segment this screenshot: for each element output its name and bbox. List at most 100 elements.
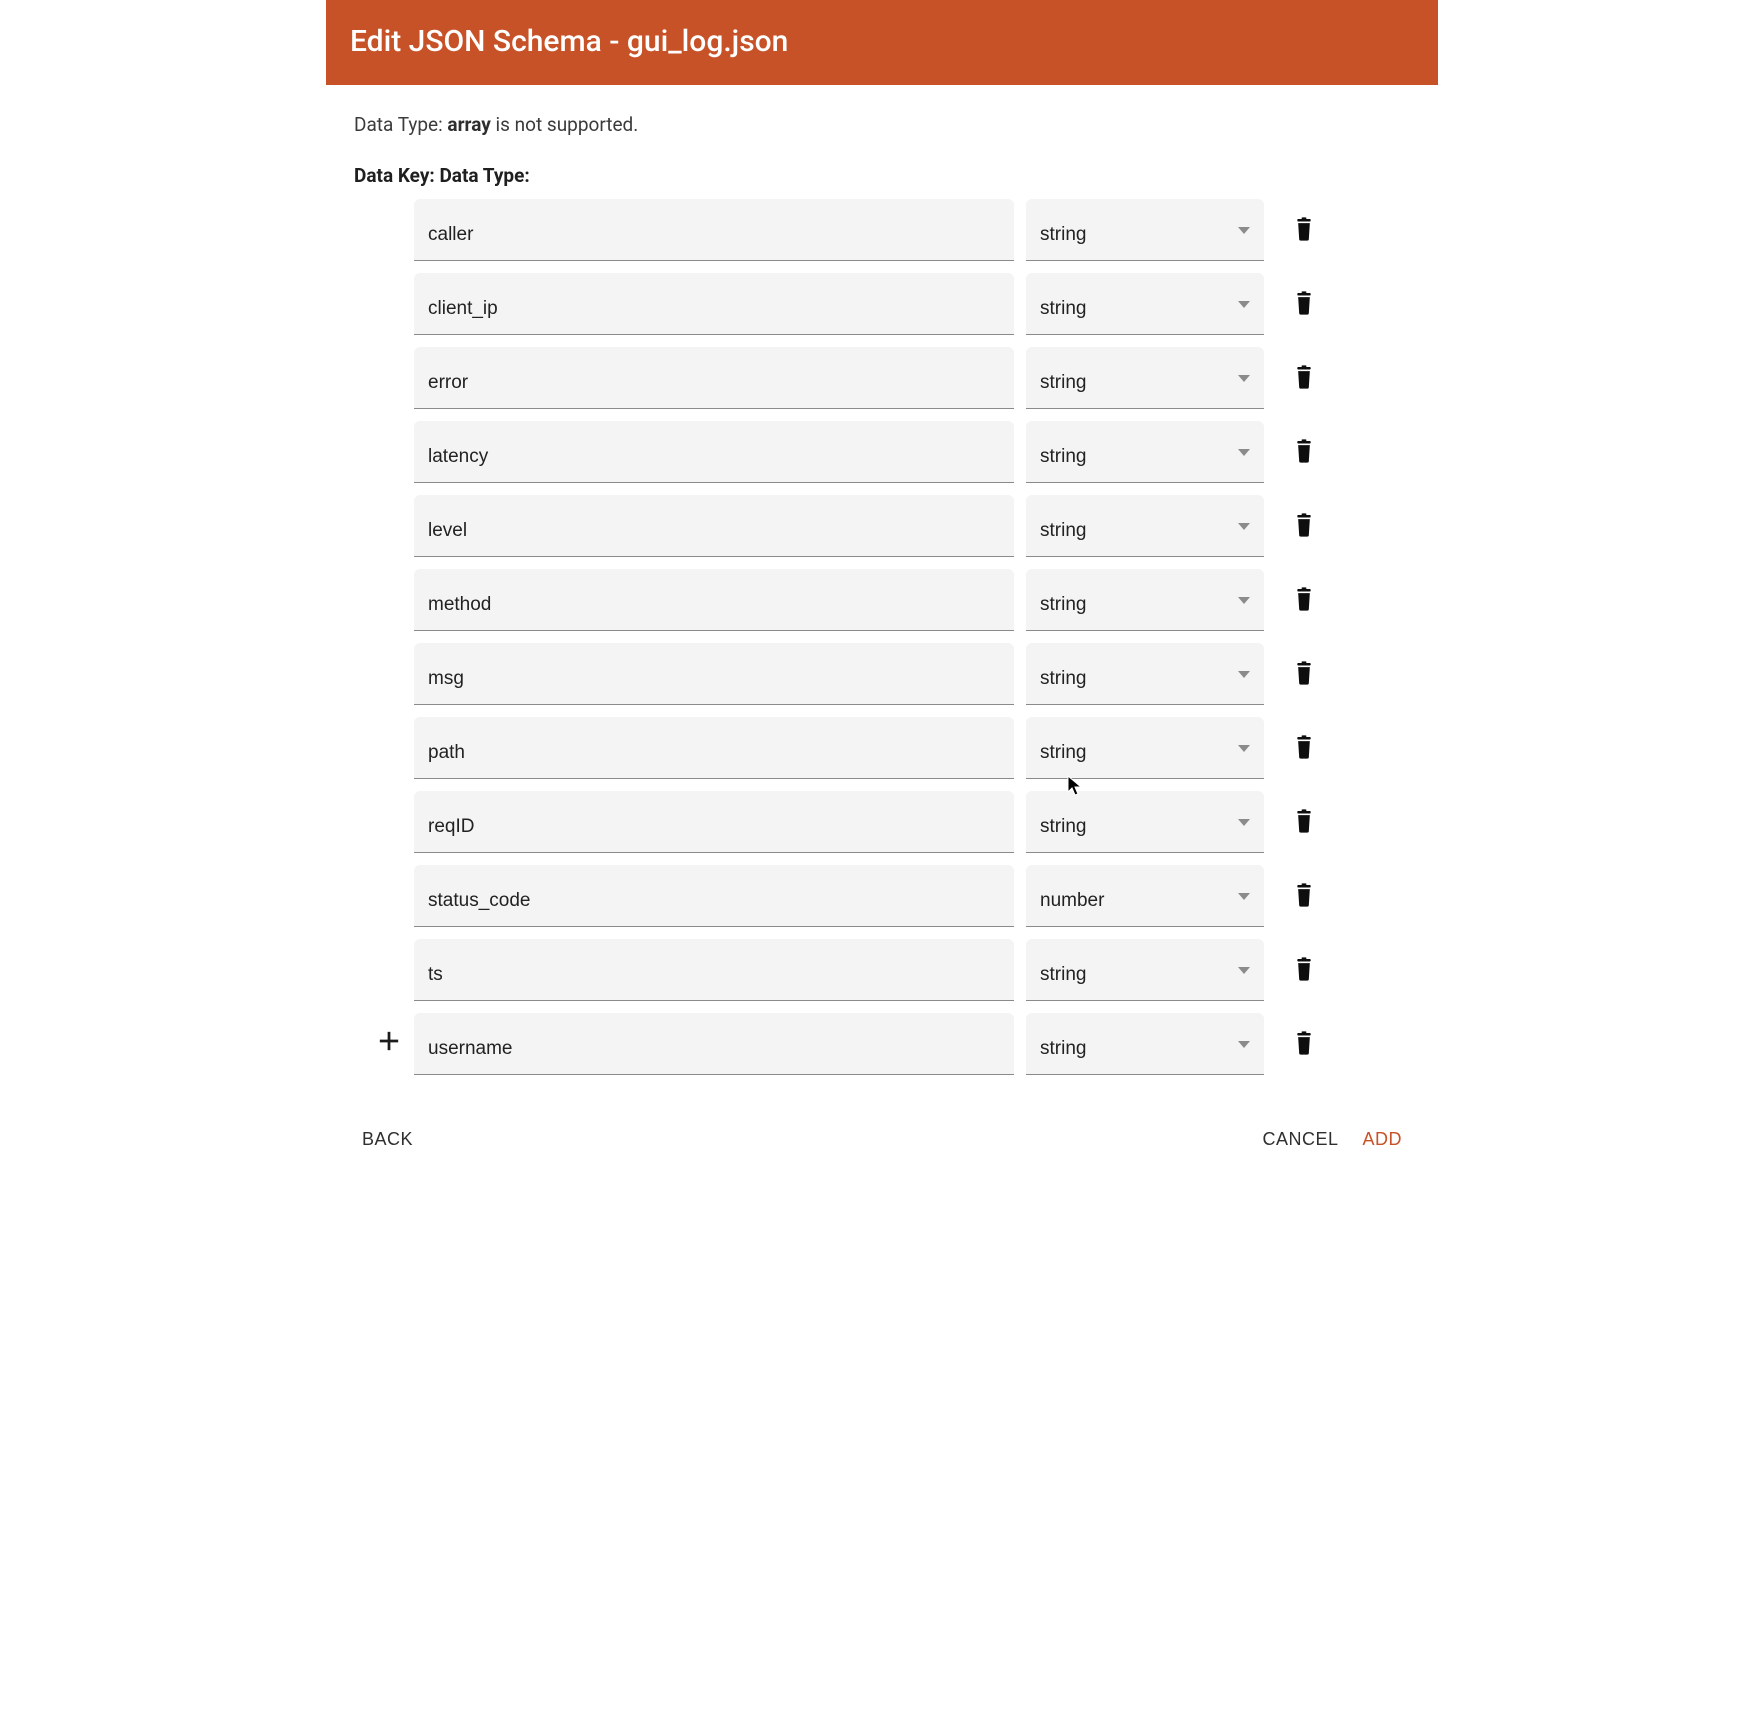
trash-icon xyxy=(1294,883,1314,910)
delete-row-button[interactable] xyxy=(1288,581,1320,620)
data-key-input[interactable] xyxy=(428,520,1000,542)
data-key-field[interactable] xyxy=(414,1013,1014,1075)
notice-suffix: is not supported. xyxy=(491,113,638,136)
delete-cell xyxy=(1276,347,1332,409)
data-type-dropdown[interactable]: string xyxy=(1026,495,1264,557)
data-type-value[interactable]: string xyxy=(1040,594,1250,616)
delete-row-button[interactable] xyxy=(1288,285,1320,324)
data-key-field[interactable] xyxy=(414,865,1014,927)
delete-cell xyxy=(1276,421,1332,483)
delete-cell xyxy=(1276,569,1332,631)
data-type-value[interactable]: string xyxy=(1040,446,1250,468)
data-type-value[interactable]: string xyxy=(1040,224,1250,246)
data-key-input[interactable] xyxy=(428,890,1000,912)
delete-row-button[interactable] xyxy=(1288,507,1320,546)
delete-row-button[interactable] xyxy=(1288,433,1320,472)
add-row-button[interactable] xyxy=(374,1026,404,1059)
plus-icon xyxy=(378,1030,400,1055)
unsupported-type-notice: Data Type: array is not supported. xyxy=(354,113,1410,136)
back-button[interactable]: BACK xyxy=(350,1119,425,1160)
schema-row: number xyxy=(414,865,1410,931)
trash-icon xyxy=(1294,1031,1314,1058)
data-type-dropdown[interactable]: string xyxy=(1026,199,1264,261)
notice-prefix: Data Type: xyxy=(354,113,447,136)
trash-icon xyxy=(1294,957,1314,984)
trash-icon xyxy=(1294,513,1314,540)
dialog-header: Edit JSON Schema - gui_log.json xyxy=(326,0,1438,85)
data-type-dropdown[interactable]: string xyxy=(1026,569,1264,631)
data-type-value[interactable]: string xyxy=(1040,668,1250,690)
data-type-dropdown[interactable]: string xyxy=(1026,347,1264,409)
data-key-field[interactable] xyxy=(414,643,1014,705)
delete-cell xyxy=(1276,717,1332,779)
data-key-field[interactable] xyxy=(414,421,1014,483)
data-type-value[interactable]: string xyxy=(1040,520,1250,542)
trash-icon xyxy=(1294,365,1314,392)
data-key-input[interactable] xyxy=(428,372,1000,394)
data-type-value[interactable]: number xyxy=(1040,890,1250,912)
data-type-dropdown[interactable]: string xyxy=(1026,421,1264,483)
schema-row: string xyxy=(414,643,1410,709)
cancel-button[interactable]: CANCEL xyxy=(1250,1119,1350,1160)
trash-icon xyxy=(1294,587,1314,614)
data-type-dropdown[interactable]: string xyxy=(1026,717,1264,779)
data-key-field[interactable] xyxy=(414,347,1014,409)
delete-row-button[interactable] xyxy=(1288,951,1320,990)
schema-row: string xyxy=(414,791,1410,857)
schema-row: string xyxy=(414,421,1410,487)
delete-row-button[interactable] xyxy=(1288,803,1320,842)
delete-row-button[interactable] xyxy=(1288,877,1320,916)
data-key-field[interactable] xyxy=(414,717,1014,779)
data-type-dropdown[interactable]: string xyxy=(1026,939,1264,1001)
dialog-actions: BACK CANCEL ADD xyxy=(326,1097,1438,1190)
delete-row-button[interactable] xyxy=(1288,1025,1320,1064)
data-type-value[interactable]: string xyxy=(1040,742,1250,764)
data-type-value[interactable]: string xyxy=(1040,816,1250,838)
data-key-field[interactable] xyxy=(414,939,1014,1001)
data-key-input[interactable] xyxy=(428,1038,1000,1060)
data-key-input[interactable] xyxy=(428,668,1000,690)
delete-cell xyxy=(1276,643,1332,705)
edit-json-schema-dialog: Edit JSON Schema - gui_log.json Data Typ… xyxy=(326,0,1438,1190)
add-button[interactable]: ADD xyxy=(1350,1119,1414,1160)
data-key-input[interactable] xyxy=(428,446,1000,468)
columns-header: Data Key: Data Type: xyxy=(354,164,1410,187)
delete-row-button[interactable] xyxy=(1288,729,1320,768)
schema-row: string xyxy=(414,495,1410,561)
data-type-dropdown[interactable]: string xyxy=(1026,273,1264,335)
data-type-value[interactable]: string xyxy=(1040,1038,1250,1060)
data-key-input[interactable] xyxy=(428,964,1000,986)
data-key-input[interactable] xyxy=(428,298,1000,320)
data-type-value[interactable]: string xyxy=(1040,298,1250,320)
data-key-input[interactable] xyxy=(428,742,1000,764)
delete-row-button[interactable] xyxy=(1288,655,1320,694)
data-type-value[interactable]: string xyxy=(1040,372,1250,394)
delete-cell xyxy=(1276,273,1332,335)
schema-row: string xyxy=(414,939,1410,1005)
schema-row: string xyxy=(414,717,1410,783)
delete-row-button[interactable] xyxy=(1288,211,1320,250)
data-key-field[interactable] xyxy=(414,495,1014,557)
data-key-input[interactable] xyxy=(428,224,1000,246)
delete-cell xyxy=(1276,865,1332,927)
data-key-field[interactable] xyxy=(414,273,1014,335)
data-type-dropdown[interactable]: string xyxy=(1026,643,1264,705)
notice-type: array xyxy=(447,113,490,136)
data-key-input[interactable] xyxy=(428,594,1000,616)
data-type-dropdown[interactable]: string xyxy=(1026,791,1264,853)
schema-rows: string string string string string string stri… xyxy=(414,199,1410,1079)
delete-cell xyxy=(1276,939,1332,1001)
data-type-dropdown[interactable]: number xyxy=(1026,865,1264,927)
data-type-value[interactable]: string xyxy=(1040,964,1250,986)
data-key-field[interactable] xyxy=(414,791,1014,853)
delete-row-button[interactable] xyxy=(1288,359,1320,398)
delete-cell xyxy=(1276,199,1332,261)
schema-row: string xyxy=(414,569,1410,635)
trash-icon xyxy=(1294,661,1314,688)
data-key-input[interactable] xyxy=(428,816,1000,838)
schema-row: string xyxy=(414,273,1410,339)
trash-icon xyxy=(1294,291,1314,318)
data-type-dropdown[interactable]: string xyxy=(1026,1013,1264,1075)
data-key-field[interactable] xyxy=(414,569,1014,631)
data-key-field[interactable] xyxy=(414,199,1014,261)
